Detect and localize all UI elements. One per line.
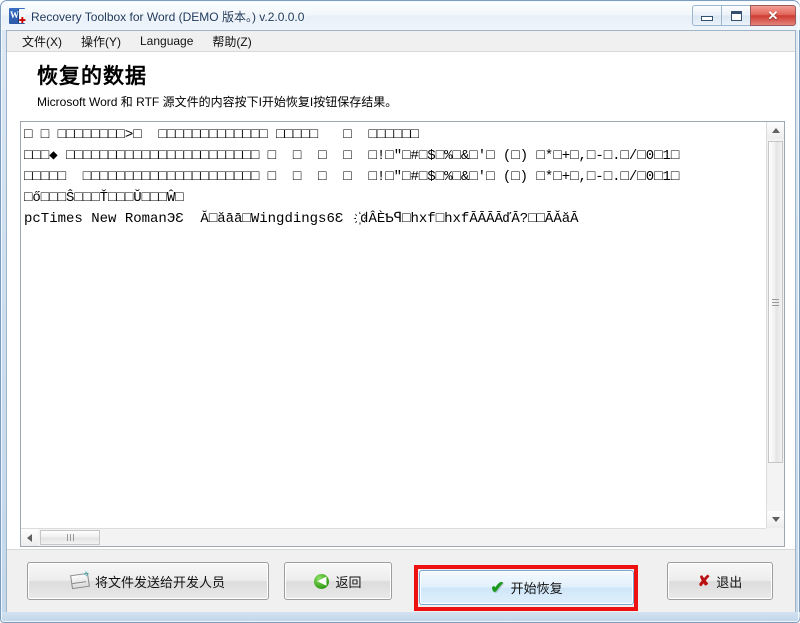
scroll-up-button[interactable] <box>767 122 784 139</box>
menu-file[interactable]: 文件(X) <box>14 31 71 52</box>
close-icon: ✕ <box>767 8 779 23</box>
minimize-button[interactable] <box>692 5 721 26</box>
red-x-icon: ✘ <box>697 572 711 590</box>
scroll-left-button[interactable] <box>21 529 38 546</box>
envelope-send-icon: ✧ <box>70 569 91 590</box>
menu-bar: 文件(X) 操作(Y) Language 帮助(Z) <box>7 31 795 52</box>
text-line: pcTimes New RomanЭƐ Ă□ăāā□Wingdings6Ɛ ҉ԁ… <box>24 211 579 227</box>
vertical-scroll-thumb[interactable] <box>768 141 783 463</box>
scrollbar-corner <box>766 528 784 546</box>
green-check-icon: ✔ <box>490 578 505 597</box>
application-window: W ✚ Recovery Toolbox for Word (DEMO 版本。)… <box>0 0 800 623</box>
menu-help[interactable]: 帮助(Z) <box>204 31 260 52</box>
horizontal-scrollbar[interactable] <box>21 528 766 546</box>
page-header: 恢复的数据 Microsoft Word 和 RTF 源文件的内容按下I开始恢复… <box>7 52 795 110</box>
back-button[interactable]: ◀ 返回 <box>284 562 392 600</box>
minimize-icon <box>701 16 713 21</box>
page-content: 恢复的数据 Microsoft Word 和 RTF 源文件的内容按下I开始恢复… <box>7 52 795 612</box>
triangle-left-icon <box>27 533 32 542</box>
exit-button[interactable]: ✘ 退出 <box>667 562 773 600</box>
text-line: □□□□□ □□□□□□□□□□□□□□□□□□□□□ □ □ □ □ □!□"… <box>24 169 680 185</box>
recovered-text-view[interactable]: □ □ □□□□□□□□>□ □□□□□□□□□□□□□ □□□□□ □ □□□… <box>20 121 785 547</box>
menu-language[interactable]: Language <box>132 32 202 50</box>
text-line: □ □ □□□□□□□□>□ □□□□□□□□□□□□□ □□□□□ □ □□□… <box>24 127 419 143</box>
grip-icon <box>66 534 74 541</box>
exit-label: 退出 <box>716 574 743 590</box>
vertical-scrollbar[interactable] <box>766 122 784 528</box>
window-controls: ✕ <box>692 5 796 26</box>
scroll-down-button[interactable] <box>767 511 784 528</box>
title-bar[interactable]: W ✚ Recovery Toolbox for Word (DEMO 版本。)… <box>2 2 800 30</box>
close-button[interactable]: ✕ <box>750 5 796 26</box>
menu-actions[interactable]: 操作(Y) <box>73 31 130 52</box>
button-bar: ✧ 将文件发送给开发人员 ◀ 返回 ✘ 退出 <box>7 549 795 612</box>
client-area: 文件(X) 操作(Y) Language 帮助(Z) 恢复的数据 Microso… <box>6 30 796 613</box>
triangle-down-icon <box>771 517 780 522</box>
start-recovery-label: 开始恢复 <box>510 581 563 596</box>
send-file-to-developers-button[interactable]: ✧ 将文件发送给开发人员 <box>27 562 269 600</box>
window-title: Recovery Toolbox for Word (DEMO 版本。) v.2… <box>31 9 305 24</box>
maximize-icon <box>730 10 742 21</box>
window-bottom-strip <box>2 612 800 621</box>
maximize-button[interactable] <box>721 5 750 26</box>
page-subtitle: Microsoft Word 和 RTF 源文件的内容按下I开始恢复I按钮保存结… <box>37 95 398 110</box>
text-line: □ő□□□Ŝ□□□Ť□□□Ŭ□□□Ŵ□ <box>24 190 184 206</box>
send-file-label: 将文件发送给开发人员 <box>94 574 225 590</box>
green-back-arrow-icon: ◀ <box>314 573 330 589</box>
page-title: 恢复的数据 <box>37 65 147 88</box>
triangle-up-icon <box>771 128 780 133</box>
back-label: 返回 <box>335 574 362 590</box>
start-recovery-button[interactable]: ✔ 开始恢复 <box>419 570 634 605</box>
grip-icon <box>772 298 779 306</box>
horizontal-scroll-thumb[interactable] <box>40 530 100 545</box>
text-line: □□□◆ □□□□□□□□□□□□□□□□□□□□□□□ □ □ □ □ □!□… <box>24 148 680 164</box>
word-document-icon: W ✚ <box>9 8 26 25</box>
recovered-text-content[interactable]: □ □ □□□□□□□□>□ □□□□□□□□□□□□□ □□□□□ □ □□□… <box>21 122 766 528</box>
